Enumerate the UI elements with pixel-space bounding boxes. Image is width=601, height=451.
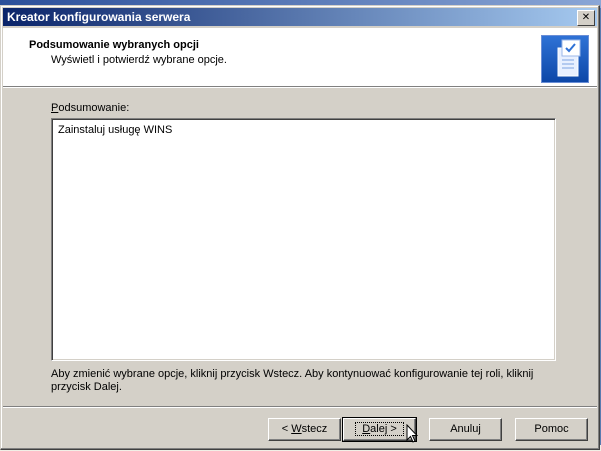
help-button[interactable]: Pomoc	[515, 418, 588, 441]
summary-text: Zainstaluj usługę WINS	[58, 124, 173, 136]
window-title: Kreator konfigurowania serwera	[7, 10, 191, 24]
cancel-button[interactable]: Anuluj	[429, 418, 502, 441]
close-icon: ✕	[581, 12, 591, 23]
server-wizard-icon	[541, 35, 589, 83]
summary-textbox[interactable]: Zainstaluj usługę WINS	[51, 118, 556, 361]
back-button[interactable]: < Wstecz	[268, 418, 341, 441]
instruction-text: Aby zmienić wybrane opcje, kliknij przyc…	[51, 368, 534, 393]
page-subtitle: Wyświetl i potwierdź wybrane opcje.	[51, 54, 227, 66]
page-title: Podsumowanie wybranych opcji	[29, 39, 199, 51]
mouse-pointer-icon	[406, 424, 418, 443]
title-bar[interactable]: Kreator konfigurowania serwera ✕	[3, 8, 597, 26]
summary-label: Podsumowanie:	[51, 102, 130, 114]
wizard-window: Kreator konfigurowania serwera ✕ Podsumo…	[0, 5, 600, 450]
close-button[interactable]: ✕	[577, 10, 595, 26]
header-divider	[3, 86, 597, 88]
wizard-header: Podsumowanie wybranych opcji Wyświetl i …	[3, 28, 597, 86]
footer-divider	[3, 406, 597, 408]
